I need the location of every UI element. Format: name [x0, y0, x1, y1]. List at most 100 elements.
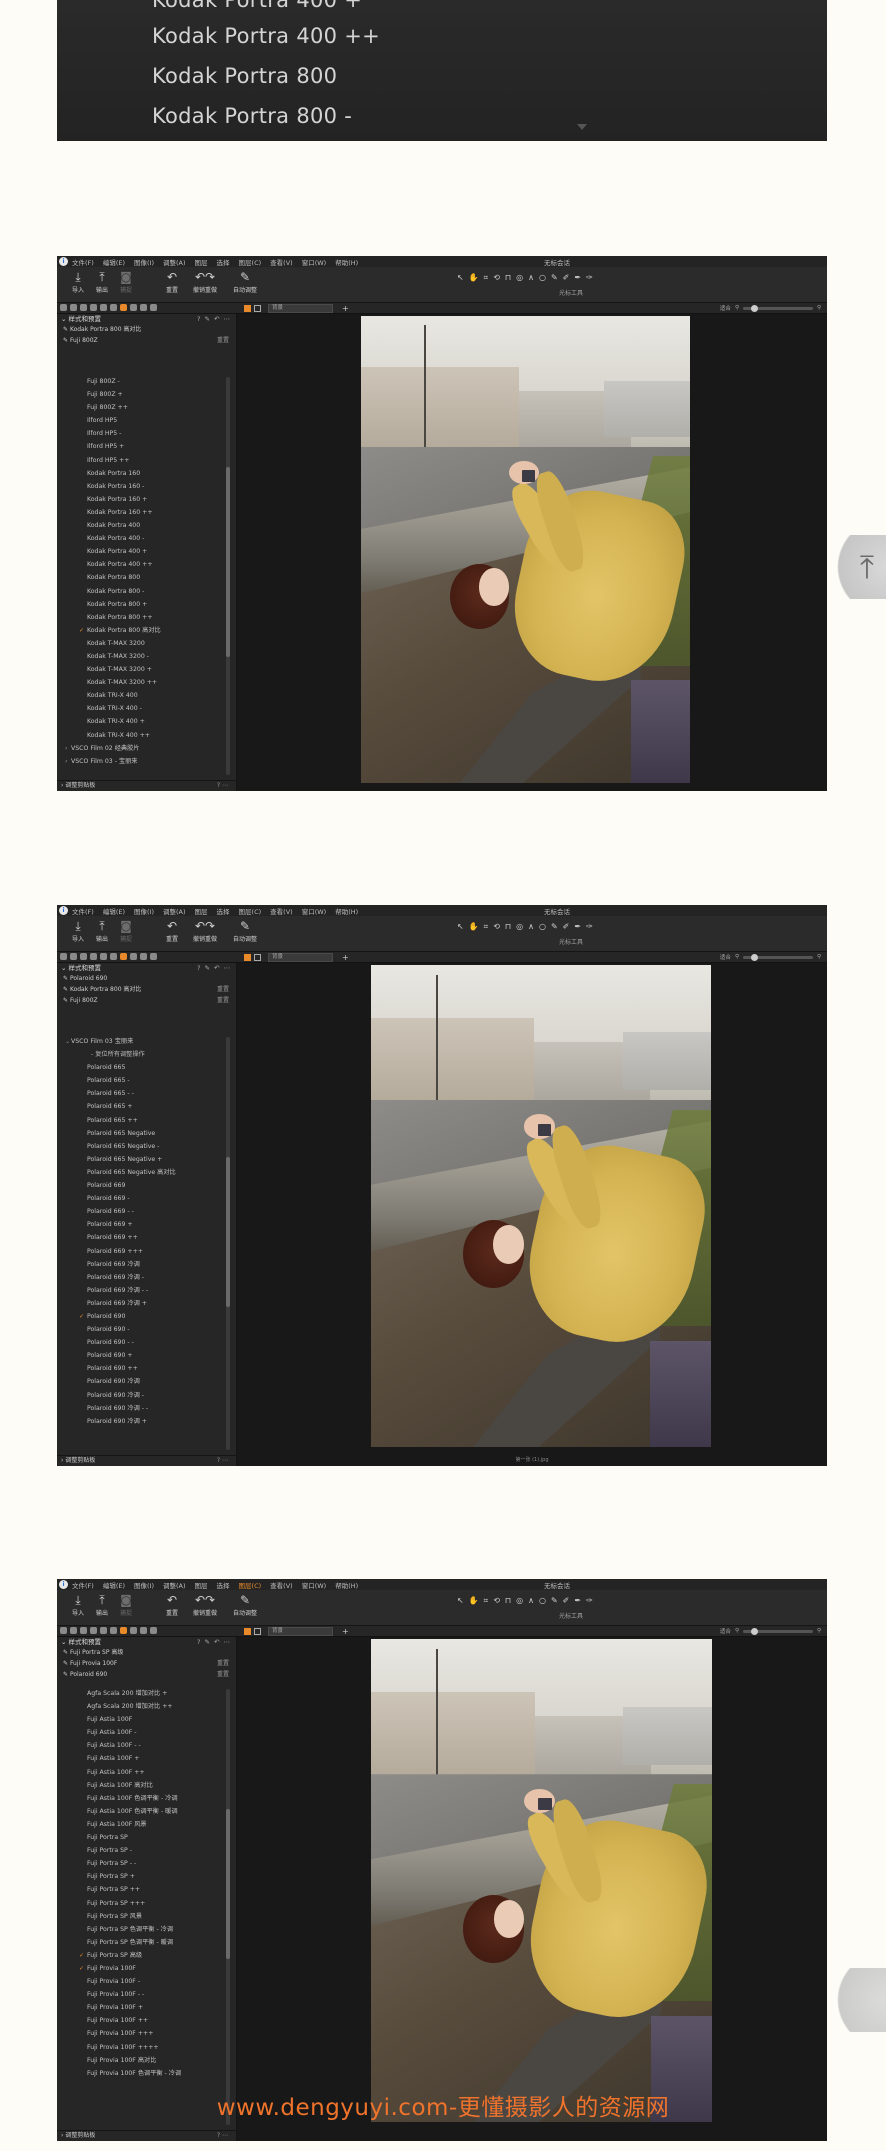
add-icon[interactable]: +	[342, 304, 349, 313]
style-item[interactable]: Polaroid 669 冷调 -	[57, 1271, 236, 1284]
style-item[interactable]: Polaroid 665 +	[57, 1100, 236, 1113]
reset-button[interactable]: 重置	[217, 984, 229, 995]
style-item[interactable]: Polaroid 665 Negative +	[57, 1153, 236, 1166]
export-button[interactable]: ⤒ 输出	[89, 1593, 115, 1617]
gear-icon[interactable]	[140, 1627, 147, 1634]
hand-tool-icon[interactable]: ✋	[469, 273, 479, 284]
scroll-arrow-icon[interactable]	[577, 124, 587, 130]
style-item[interactable]: Fuji Provia 100F -	[57, 1975, 236, 1988]
style-item[interactable]: Fuji 800Z -	[57, 375, 236, 388]
style-item[interactable]: Polaroid 665 Negative -	[57, 1140, 236, 1153]
style-item[interactable]: Polaroid 669 冷调 - -	[57, 1284, 236, 1297]
zoom-slider[interactable]	[742, 304, 813, 312]
menu-item[interactable]: 窗口(W)	[302, 1580, 327, 1590]
style-item[interactable]: Ilford HP5 +	[57, 440, 236, 453]
style-item[interactable]: Fuji Astia 100F 高对比	[57, 1779, 236, 1792]
menu-item[interactable]: 调整(A)	[163, 257, 186, 267]
rotate-icon[interactable]: ⟲	[493, 922, 500, 933]
style-item[interactable]: - 复位所有调整操作	[57, 1048, 236, 1061]
style-item[interactable]: Fuji Provia 100F ++	[57, 2014, 236, 2027]
lens-tab-icon[interactable]	[80, 953, 87, 960]
keystone-icon[interactable]: ⊓	[505, 922, 511, 933]
style-item[interactable]: Polaroid 665	[57, 1061, 236, 1074]
panel-tools-icon[interactable]: ? ✎ ↶ ⋯	[197, 314, 231, 324]
single-view-icon[interactable]	[254, 1628, 261, 1635]
style-item[interactable]: Kodak Portra 800 +	[57, 598, 236, 611]
import-button[interactable]: ⤓ 导入	[65, 1593, 91, 1617]
style-item[interactable]: Ilford HP5 -	[57, 427, 236, 440]
zoom-slider[interactable]	[742, 1627, 813, 1635]
back-to-top-button[interactable]: ⤒	[814, 535, 886, 599]
background-select[interactable]: 背景	[268, 953, 333, 962]
style-item[interactable]: Kodak T-MAX 3200 +	[57, 663, 236, 676]
style-item[interactable]: Fuji Astia 100F	[57, 1713, 236, 1726]
applied-style[interactable]: ✎ Kodak Portra 800 高对比 重置	[63, 984, 236, 995]
picker-icon[interactable]: ✑	[586, 273, 593, 284]
brush-icon[interactable]: ✎	[551, 922, 558, 933]
style-item[interactable]: Polaroid 690 冷调	[57, 1375, 236, 1388]
crop-icon[interactable]: ⌗	[484, 1596, 489, 1607]
menu-item[interactable]: 编辑(E)	[103, 257, 125, 267]
search-tab-icon[interactable]	[110, 1627, 117, 1634]
style-item[interactable]: Polaroid 665 -	[57, 1074, 236, 1087]
style-item[interactable]: Fuji Portra SP 高级	[57, 1949, 236, 1962]
eraser-icon[interactable]: ✐	[563, 922, 570, 933]
scrollbar[interactable]	[226, 1037, 230, 1450]
capture-button[interactable]: ◙ 捕捉	[113, 270, 139, 294]
exposure-tab-icon[interactable]	[100, 1627, 107, 1634]
style-item[interactable]: Polaroid 669 冷调	[57, 1258, 236, 1271]
color-tab-icon[interactable]	[90, 1627, 97, 1634]
panel-header[interactable]: ⌄ 样式和预置? ✎ ↶ ⋯	[57, 1637, 236, 1647]
exposure-tab-icon[interactable]	[100, 953, 107, 960]
scrollbar[interactable]	[226, 377, 230, 775]
style-item[interactable]: Kodak TRI-X 400 +	[57, 715, 236, 728]
auto-adjust-button[interactable]: ✎ 自动调整	[229, 270, 261, 294]
menu-item[interactable]: 选择	[217, 257, 230, 267]
gear-icon[interactable]	[140, 953, 147, 960]
style-item[interactable]: Fuji Provia 100F	[57, 1962, 236, 1975]
style-item[interactable]: Kodak Portra 800 ++	[57, 611, 236, 624]
image-viewer[interactable]	[237, 314, 827, 791]
reset-all-button[interactable]: ↶ 重置	[159, 1593, 185, 1617]
style-item[interactable]: Agfa Scala 200 增加对比 ++	[57, 1700, 236, 1713]
style-item[interactable]: Fuji Astia 100F +	[57, 1752, 236, 1765]
hand-tool-icon[interactable]: ✋	[469, 1596, 479, 1607]
image-viewer[interactable]	[237, 1637, 827, 2141]
style-item[interactable]: Kodak Portra 160 +	[57, 493, 236, 506]
panel-tools-icon[interactable]: ? ✎ ↶ ⋯	[197, 1637, 231, 1647]
export-button[interactable]: ⤒ 输出	[89, 270, 115, 294]
picker-icon[interactable]: ✑	[586, 1596, 593, 1607]
menu-item[interactable]: 图像(I)	[134, 906, 154, 916]
style-item[interactable]: Polaroid 669 +++	[57, 1245, 236, 1258]
style-item[interactable]: Kodak Portra 800 -	[57, 585, 236, 598]
menu-item[interactable]: 编辑(E)	[103, 906, 125, 916]
arrow-cursor-icon[interactable]: ↖	[457, 1596, 464, 1607]
rotate-icon[interactable]: ⟲	[493, 1596, 500, 1607]
style-item[interactable]: Agfa Scala 200 增加对比 +	[57, 1687, 236, 1700]
spot-icon[interactable]: ◎	[516, 1596, 523, 1607]
style-item[interactable]: Fuji Portra SP +	[57, 1870, 236, 1883]
style-item[interactable]: Fuji Portra SP 色调平衡 - 冷调	[57, 1923, 236, 1936]
zoom-label[interactable]: 适合	[720, 1627, 731, 1635]
style-item[interactable]: Ilford HP5 ++	[57, 454, 236, 467]
menu-item[interactable]: 选择	[217, 1580, 230, 1590]
style-item[interactable]: Polaroid 665 ++	[57, 1114, 236, 1127]
style-item[interactable]: Polaroid 690 冷调 -	[57, 1389, 236, 1402]
details-tab-icon[interactable]	[130, 953, 137, 960]
style-item[interactable]: Fuji Astia 100F - -	[57, 1739, 236, 1752]
capture-button[interactable]: ◙ 捕捉	[113, 919, 139, 943]
style-item[interactable]: Fuji Astia 100F 色调平衡 - 暖调	[57, 1805, 236, 1818]
grid-view-icon[interactable]	[244, 954, 251, 961]
style-item[interactable]: Fuji Astia 100F -	[57, 1726, 236, 1739]
style-item[interactable]: Fuji Portra SP ++	[57, 1883, 236, 1896]
style-item[interactable]: Polaroid 669 - -	[57, 1205, 236, 1218]
panel-header[interactable]: ⌄ 样式和预置? ✎ ↶ ⋯	[57, 314, 236, 324]
menu-item[interactable]: 图层(C)	[239, 257, 262, 267]
photo[interactable]	[371, 1639, 712, 2122]
style-item[interactable]: Polaroid 665 Negative 高对比	[57, 1166, 236, 1179]
details-tab-icon[interactable]	[130, 1627, 137, 1634]
style-item[interactable]: Kodak Portra 800 高对比	[57, 624, 236, 637]
menu-item[interactable]: 窗口(W)	[302, 257, 327, 267]
zoom-label[interactable]: 适合	[720, 304, 731, 312]
menu-item[interactable]: 图像(I)	[134, 257, 154, 267]
